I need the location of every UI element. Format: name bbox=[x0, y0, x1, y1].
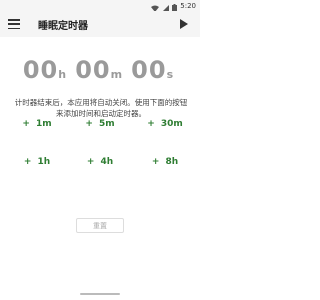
plus-icon: + bbox=[147, 119, 155, 129]
plus-icon: + bbox=[23, 157, 32, 167]
status-time: 5:20 bbox=[180, 2, 196, 10]
add-4h-button[interactable]: + 4h bbox=[75, 152, 125, 172]
add-5m-button[interactable]: + 5m bbox=[75, 114, 125, 134]
status-bar: 5:20 bbox=[0, 0, 200, 12]
add-1m-button[interactable]: + 1m bbox=[12, 114, 62, 134]
add-button-label: 1h bbox=[37, 157, 51, 167]
add-button-label: 4h bbox=[100, 157, 114, 167]
add-time-buttons: + 1m + 5m + 30m + 1h + 4h + 8h bbox=[0, 112, 200, 202]
add-8h-button[interactable]: + 8h bbox=[140, 152, 190, 172]
menu-icon[interactable] bbox=[8, 18, 20, 30]
plus-icon: + bbox=[151, 157, 160, 167]
timer-hours: 00 bbox=[22, 56, 59, 84]
add-button-label: 1m bbox=[35, 119, 52, 129]
plus-icon: + bbox=[22, 119, 30, 129]
home-indicator[interactable] bbox=[80, 293, 120, 295]
add-button-label: 5m bbox=[98, 119, 115, 129]
navigation-bar bbox=[0, 288, 200, 300]
play-icon[interactable] bbox=[180, 19, 188, 29]
timer-display: 00h 00m 00s bbox=[0, 56, 200, 84]
add-button-label: 8h bbox=[165, 157, 179, 167]
timer-seconds-unit: s bbox=[166, 68, 174, 81]
plus-icon: + bbox=[86, 157, 95, 167]
timer-minutes: 00 bbox=[75, 56, 111, 84]
plus-icon: + bbox=[85, 119, 93, 129]
timer-minutes-unit: m bbox=[110, 68, 123, 81]
app-bar: 睡眠定时器 bbox=[0, 11, 200, 37]
timer-hours-unit: h bbox=[58, 68, 67, 81]
status-icons: 5:20 bbox=[151, 1, 196, 12]
add-30m-button[interactable]: + 30m bbox=[140, 114, 190, 134]
app-title: 睡眠定时器 bbox=[38, 21, 88, 32]
timer-seconds: 00 bbox=[131, 56, 167, 84]
add-1h-button[interactable]: + 1h bbox=[12, 152, 62, 172]
reset-button[interactable]: 重置 bbox=[76, 218, 124, 233]
add-button-label: 30m bbox=[160, 119, 183, 129]
